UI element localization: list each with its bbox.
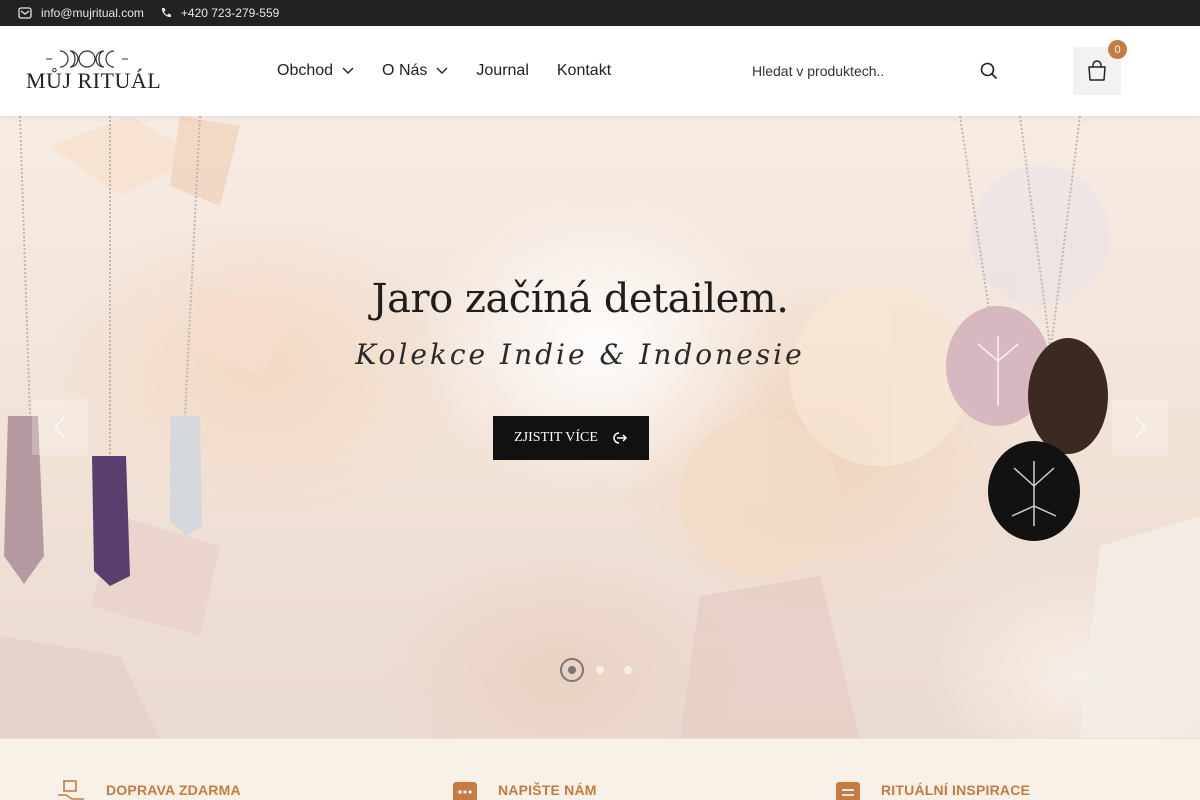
site-header: MŮJ RITUÁL Obchod O Nás Journal Kontakt … bbox=[0, 26, 1200, 116]
cart-button[interactable]: 0 bbox=[1073, 40, 1127, 95]
nav-item-obchod[interactable]: Obchod bbox=[277, 62, 354, 80]
arrow-right-circle-icon bbox=[613, 432, 627, 444]
slider-dot-1[interactable] bbox=[560, 658, 584, 682]
slider-dots bbox=[560, 658, 652, 682]
feature-write-us[interactable]: NAPIŠTE NÁM bbox=[452, 779, 597, 800]
slider-dot-2[interactable] bbox=[596, 666, 604, 674]
chevron-left-icon bbox=[54, 415, 66, 439]
top-bar: info@mujritual.com +420 723-279-559 bbox=[0, 0, 1200, 26]
chat-icon bbox=[453, 782, 477, 800]
product-search bbox=[752, 56, 1002, 86]
cart-count-badge: 0 bbox=[1108, 40, 1127, 59]
phone-icon bbox=[161, 8, 171, 18]
topbar-phone-text[interactable]: +420 723-279-559 bbox=[181, 6, 279, 20]
moon-phases-icon bbox=[46, 50, 128, 68]
nav-item-label: O Nás bbox=[382, 62, 428, 79]
feature-title: NAPIŠTE NÁM bbox=[498, 782, 597, 798]
topbar-email[interactable]: info@mujritual.com bbox=[18, 6, 144, 20]
chevron-down-icon bbox=[436, 67, 448, 74]
feature-title: DOPRAVA ZDARMA bbox=[106, 782, 241, 798]
mail-icon bbox=[18, 7, 32, 19]
chevron-down-icon bbox=[342, 67, 354, 74]
slider-prev-button[interactable] bbox=[32, 399, 88, 455]
search-icon[interactable] bbox=[980, 62, 998, 80]
main-nav: Obchod O Nás Journal Kontakt bbox=[277, 26, 639, 116]
nav-item-label: Kontakt bbox=[556, 62, 612, 79]
learn-more-button[interactable]: ZJISTIT VÍCE bbox=[493, 416, 649, 460]
delivery-icon bbox=[58, 780, 84, 800]
nav-item-o-nas[interactable]: O Nás bbox=[382, 62, 448, 80]
nav-item-label: Obchod bbox=[277, 62, 334, 79]
shopping-bag-icon bbox=[1088, 60, 1106, 81]
nav-item-label: Journal bbox=[476, 62, 529, 79]
nav-item-journal[interactable]: Journal bbox=[476, 62, 528, 80]
topbar-phone[interactable]: +420 723-279-559 bbox=[160, 6, 279, 20]
topbar-email-text[interactable]: info@mujritual.com bbox=[41, 6, 144, 20]
search-input[interactable] bbox=[752, 63, 972, 79]
feature-free-delivery: DOPRAVA ZDARMA bbox=[56, 779, 241, 800]
hero-subtitle: Kolekce Indie & Indonesie bbox=[355, 338, 805, 371]
learn-more-label: ZJISTIT VÍCE bbox=[514, 430, 598, 445]
hero-slider: Jaro začíná detailem. Kolekce Indie & In… bbox=[0, 116, 1200, 738]
feature-ritual-inspiration[interactable]: RITUÁLNÍ INSPIRACE bbox=[835, 779, 1030, 800]
slider-dot-3[interactable] bbox=[624, 666, 632, 674]
hero-title: Jaro začíná detailem. bbox=[371, 276, 789, 322]
features-strip: DOPRAVA ZDARMA NAPIŠTE NÁM RITUÁLNÍ INSP… bbox=[0, 738, 1200, 800]
chevron-right-icon bbox=[1134, 415, 1146, 439]
site-logo[interactable]: MŮJ RITUÁL bbox=[26, 48, 161, 96]
slider-next-button[interactable] bbox=[1112, 399, 1168, 455]
logo-text: MŮJ RITUÁL bbox=[26, 68, 162, 93]
feature-title: RITUÁLNÍ INSPIRACE bbox=[881, 782, 1031, 798]
note-icon bbox=[836, 782, 860, 800]
nav-item-kontakt[interactable]: Kontakt bbox=[557, 62, 611, 80]
